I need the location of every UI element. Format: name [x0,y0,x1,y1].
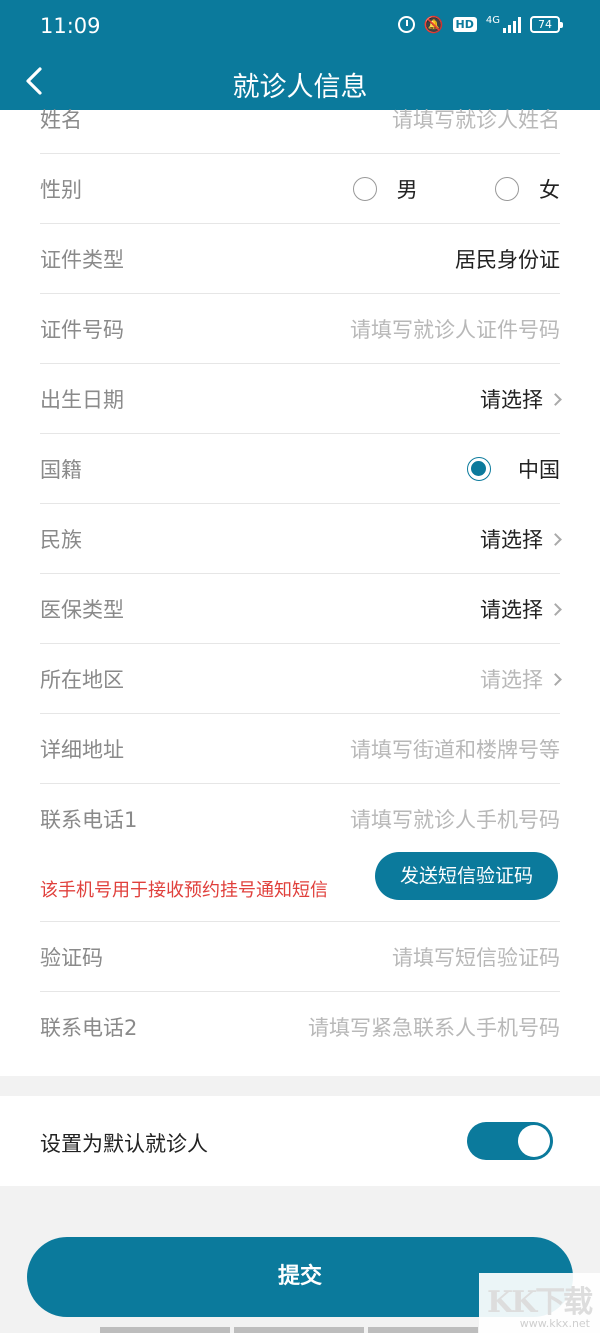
phone2-label: 联系电话2 [40,1016,138,1040]
insurance-type-label: 医保类型 [40,598,124,622]
phone1-input[interactable]: 请填写就诊人手机号码 [350,804,560,834]
name-input[interactable]: 请填写就诊人姓名 [392,104,560,134]
bell-muted-icon: 🔕 [423,15,444,34]
gender-label: 性别 [40,178,82,202]
default-patient-toggle[interactable] [467,1122,553,1160]
sms-notice-text: 该手机号用于接收预约挂号通知短信 [40,880,328,901]
default-patient-label: 设置为默认就诊人 [40,1132,208,1156]
gesture-bar-segment [100,1327,230,1333]
alarm-icon [397,16,415,33]
female-radio[interactable] [494,177,519,201]
phone1-label: 联系电话1 [40,808,138,832]
ethnicity-select[interactable]: 请选择 [480,524,562,554]
male-radio[interactable] [352,177,377,201]
region-select[interactable]: 请选择 [480,664,562,694]
nationality-value: 中国 [518,458,560,482]
id-number-label: 证件号码 [40,318,124,342]
birth-date-row[interactable]: 出生日期 请选择 [40,364,562,434]
region-value: 请选择 [480,668,543,692]
gesture-bar-segment [368,1327,478,1333]
patient-info-form: 姓名 请填写就诊人姓名 性别 男 女 证件类型 居民身份证 证件号码 请填写就诊… [0,108,600,1076]
region-row[interactable]: 所在地区 请选择 [40,644,562,714]
network-type: 4G [485,15,500,26]
send-sms-code-button[interactable]: 发送短信验证码 [375,852,558,900]
status-time: 11:09 [40,14,101,38]
name-row[interactable]: 姓名 请填写就诊人姓名 [40,94,560,154]
phone2-input[interactable]: 请填写紧急联系人手机号码 [308,1012,560,1042]
battery-level: 74 [538,18,552,31]
birth-date-label: 出生日期 [40,388,124,412]
chevron-right-icon [549,393,562,406]
chevron-right-icon [549,673,562,686]
nationality-label: 国籍 [40,458,82,482]
hd-badge: HD [452,17,477,32]
verify-code-label: 验证码 [40,946,103,970]
status-bar: 11:09 🔕 HD 4G 74 [0,0,600,52]
address-label: 详细地址 [40,738,124,762]
nationality-option[interactable]: 中国 [467,454,560,484]
birth-date-select[interactable]: 请选择 [480,384,562,414]
id-number-row[interactable]: 证件号码 请填写就诊人证件号码 [40,294,560,364]
gender-female-option[interactable]: 女 [494,177,560,202]
watermark-url: www.kkx.net [519,1317,590,1330]
gender-options: 男 女 [352,174,560,204]
nationality-row[interactable]: 国籍 中国 [40,434,560,504]
birth-date-value: 请选择 [480,388,543,412]
id-type-label: 证件类型 [40,248,124,272]
chevron-right-icon [549,533,562,546]
default-patient-section: 设置为默认就诊人 [0,1096,600,1186]
toggle-knob [518,1125,550,1157]
address-input[interactable]: 请填写街道和楼牌号等 [350,734,560,764]
insurance-type-select[interactable]: 请选择 [480,594,562,624]
signal-icon [503,16,521,33]
watermark: KK下载 www.kkx.net [479,1273,600,1333]
female-label: 女 [539,178,560,202]
gender-row: 性别 男 女 [40,154,560,224]
gesture-bar-segment [234,1327,364,1333]
gender-male-option[interactable]: 男 [352,177,418,202]
watermark-logo: KK下载 [487,1285,593,1320]
verify-code-row[interactable]: 验证码 请填写短信验证码 [40,922,560,992]
name-label: 姓名 [40,108,82,132]
id-type-value[interactable]: 居民身份证 [455,244,560,274]
region-label: 所在地区 [40,668,124,692]
nationality-radio[interactable] [467,457,492,481]
insurance-type-value: 请选择 [480,598,543,622]
battery-icon: 74 [530,16,563,33]
chevron-right-icon [549,603,562,616]
id-type-row[interactable]: 证件类型 居民身份证 [40,224,560,294]
id-number-input[interactable]: 请填写就诊人证件号码 [350,314,560,344]
ethnicity-row[interactable]: 民族 请选择 [40,504,562,574]
ethnicity-label: 民族 [40,528,82,552]
male-label: 男 [396,178,418,202]
insurance-type-row[interactable]: 医保类型 请选择 [40,574,562,644]
address-row[interactable]: 详细地址 请填写街道和楼牌号等 [40,714,560,784]
status-icons: 🔕 HD 4G 74 [397,15,563,34]
ethnicity-value: 请选择 [480,528,543,552]
phone2-row[interactable]: 联系电话2 请填写紧急联系人手机号码 [40,992,560,1062]
verify-code-input[interactable]: 请填写短信验证码 [392,942,560,972]
